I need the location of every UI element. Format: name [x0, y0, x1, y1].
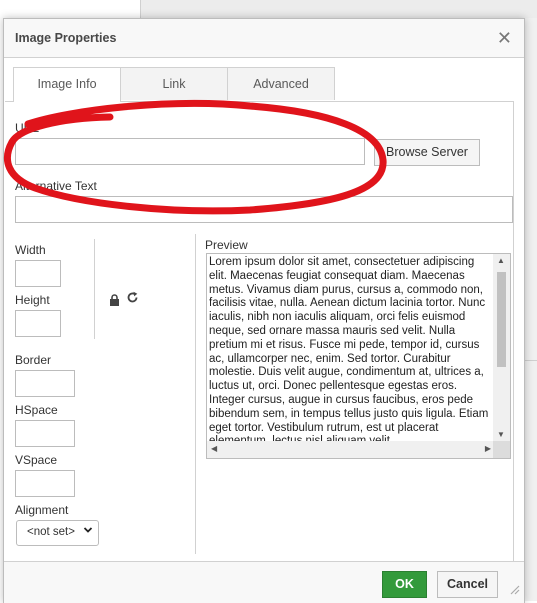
hspace-label: HSpace: [15, 403, 58, 417]
width-input[interactable]: [15, 260, 61, 287]
height-label: Height: [15, 293, 50, 307]
vspace-input[interactable]: [15, 470, 75, 497]
size-divider: [94, 239, 95, 339]
browse-server-button[interactable]: Browse Server: [374, 139, 480, 166]
alignment-label: Alignment: [15, 503, 69, 517]
tab-link[interactable]: Link: [120, 67, 228, 100]
background-page-edge: [523, 18, 537, 601]
close-icon[interactable]: ✕: [497, 28, 512, 49]
background-divider: [523, 360, 537, 361]
dialog-footer: OK Cancel: [4, 561, 524, 603]
url-input[interactable]: [15, 138, 365, 165]
alt-text-input[interactable]: [15, 196, 513, 223]
reset-size-icon[interactable]: [126, 291, 139, 308]
background-window-strip: [140, 0, 537, 18]
dialog-title: Image Properties: [15, 31, 117, 45]
scroll-down-icon[interactable]: ▼: [497, 430, 505, 439]
chevron-down-icon: [83, 525, 93, 538]
scrollbar-corner: [493, 441, 510, 458]
tab-advanced[interactable]: Advanced: [227, 67, 335, 100]
scroll-left-icon[interactable]: ◀: [211, 444, 217, 453]
preview-horizontal-scrollbar[interactable]: ◀ ▶: [207, 441, 495, 458]
alignment-select[interactable]: <not set>: [16, 520, 99, 546]
preview-vertical-scrollbar[interactable]: ▲ ▼: [493, 254, 510, 441]
scrollbar-thumb[interactable]: [497, 272, 506, 367]
lock-icon[interactable]: [109, 294, 120, 309]
alt-text-label: Alternative Text: [15, 179, 97, 193]
preview-divider: [195, 234, 196, 554]
image-properties-dialog: Image Properties ✕ Image Info Link Advan…: [3, 18, 525, 603]
url-label: URL*: [15, 121, 44, 135]
preview-text: Lorem ipsum dolor sit amet, consectetuer…: [209, 256, 489, 441]
vspace-label: VSpace: [15, 453, 58, 467]
border-input[interactable]: [15, 370, 75, 397]
scroll-up-icon[interactable]: ▲: [497, 256, 505, 265]
resize-grip-icon[interactable]: [510, 584, 520, 598]
tab-image-info[interactable]: Image Info: [13, 67, 121, 102]
preview-box[interactable]: Lorem ipsum dolor sit amet, consectetuer…: [206, 253, 511, 459]
dialog-titlebar[interactable]: Image Properties ✕: [4, 19, 524, 58]
width-label: Width: [15, 243, 46, 257]
border-label: Border: [15, 353, 52, 367]
cancel-button[interactable]: Cancel: [437, 571, 498, 598]
height-input[interactable]: [15, 310, 61, 337]
hspace-input[interactable]: [15, 420, 75, 447]
ok-button[interactable]: OK: [382, 571, 427, 598]
preview-label: Preview: [205, 238, 248, 252]
alignment-value: <not set>: [27, 526, 75, 538]
scroll-right-icon[interactable]: ▶: [485, 444, 491, 453]
